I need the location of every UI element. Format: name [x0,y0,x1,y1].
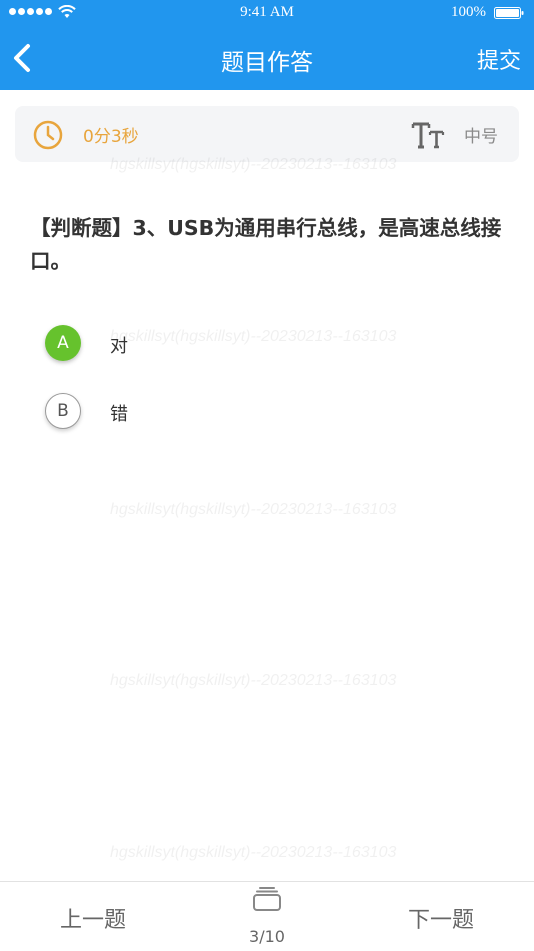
font-size-label[interactable]: 中号 [464,122,498,147]
battery-percent: 100% [451,4,486,20]
page-title: 题目作答 [221,50,313,76]
option-text: 错 [110,404,128,425]
font-size-icon[interactable] [410,119,450,151]
submit-button[interactable]: 提交 [477,43,521,75]
next-question-button[interactable]: 下一题 [408,902,474,934]
bottom-bar: 上一题 3/10 下一题 [0,881,534,951]
answer-card-icon[interactable] [251,886,283,912]
watermark: hgskillsyt(hgskillsyt)--20230213--163103 [110,501,397,518]
option-a[interactable]: A 对 [45,325,425,365]
option-b[interactable]: B 错 [45,393,425,433]
battery-icon [494,7,524,19]
timer-value: 0分3秒 [83,127,139,147]
chevron-left-icon[interactable] [6,40,42,76]
timer-toolbar: 0分3秒 中号 [15,106,519,162]
option-text: 对 [110,336,128,357]
watermark: hgskillsyt(hgskillsyt)--20230213--163103 [110,672,397,689]
clock-icon [33,120,63,150]
question-text: 【判断题】3、USB为通用串行总线，是高速总线接口。 [30,216,502,273]
status-bar: 9:41 AM 100% [0,0,534,26]
nav-bar: 题目作答 提交 [0,26,534,90]
option-letter: B [45,393,81,429]
watermark: hgskillsyt(hgskillsyt)--20230213--163103 [110,844,397,861]
option-letter: A [45,325,81,361]
